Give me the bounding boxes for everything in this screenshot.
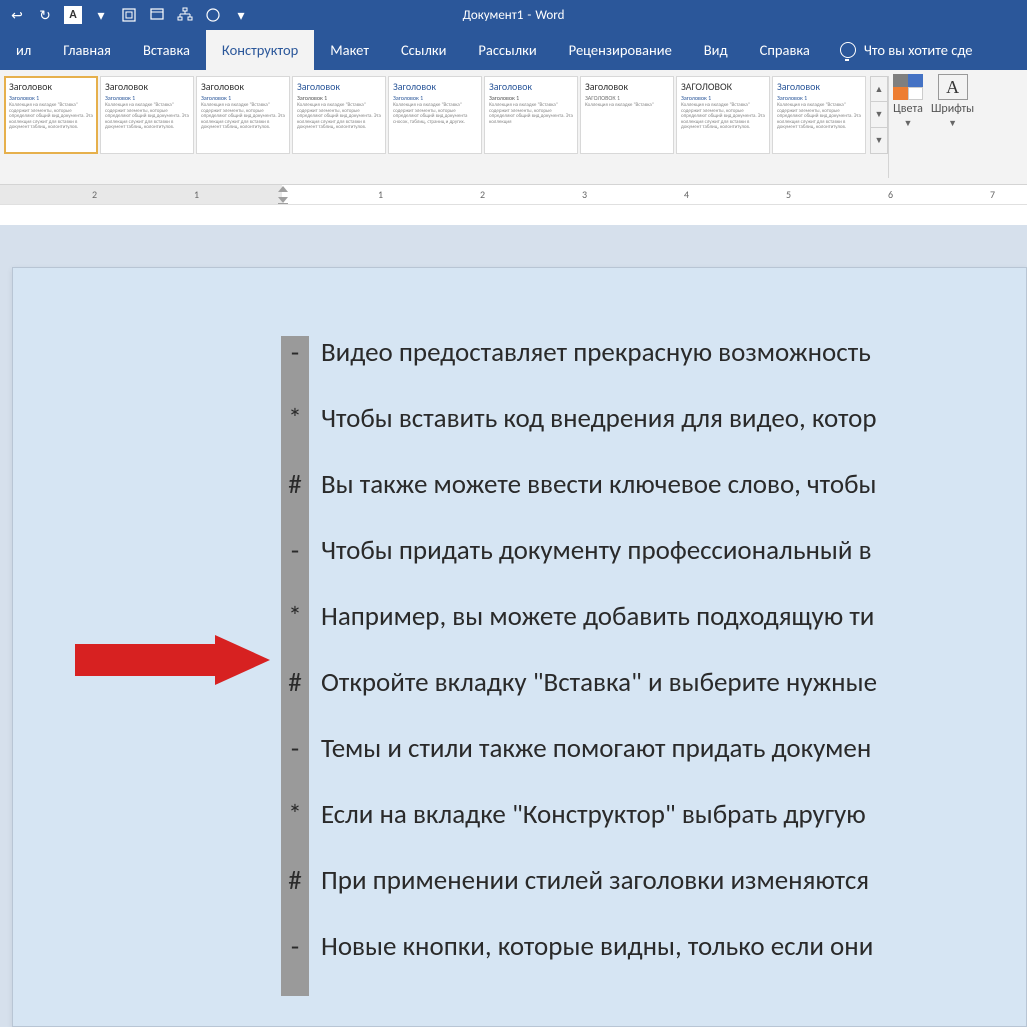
- colors-group[interactable]: Цвета ▼: [889, 70, 927, 184]
- fonts-group[interactable]: А Шрифты ▼: [927, 70, 978, 184]
- line-text: Если на вкладке "Конструктор" выбрать др…: [309, 798, 866, 831]
- gallery-item[interactable]: ЗаголовокЗаголовок 1Коллекция на вкладке…: [484, 76, 578, 154]
- window-icon[interactable]: [148, 6, 166, 24]
- fonts-icon: А: [938, 74, 968, 100]
- document-line[interactable]: #При применении стилей заголовки изменяю…: [281, 864, 1026, 897]
- ruler-number: 3: [582, 188, 587, 201]
- colors-label: Цвета: [893, 102, 923, 116]
- ribbon: ЗаголовокЗаголовок 1Коллекция на вкладке…: [0, 70, 1027, 185]
- tab-help[interactable]: Справка: [744, 30, 826, 70]
- ribbon-tabs: ил Главная Вставка Конструктор Макет Ссы…: [0, 30, 1027, 70]
- bulb-icon: [840, 42, 856, 58]
- theme-gallery: ЗаголовокЗаголовок 1Коллекция на вкладке…: [0, 70, 868, 184]
- title-bar: ↩ ↻ А ▾ ▾ Документ1 - Word: [0, 0, 1027, 30]
- bullet-marker: #: [281, 864, 309, 897]
- tab-design[interactable]: Конструктор: [206, 30, 314, 70]
- document-line[interactable]: #Откройте вкладку "Вставка" и выберите н…: [281, 666, 1026, 699]
- line-text: Новые кнопки, которые видны, только если…: [309, 930, 873, 963]
- document-line[interactable]: *Чтобы вставить код внедрения для видео,…: [281, 402, 1026, 435]
- ruler-number: 6: [888, 188, 893, 201]
- ruler-number: 7: [990, 188, 995, 201]
- redo-icon[interactable]: ↻: [36, 6, 54, 24]
- undo-icon[interactable]: ↩: [8, 6, 26, 24]
- document-line[interactable]: *Например, вы можете добавить подходящую…: [281, 600, 1026, 633]
- tab-view[interactable]: Вид: [688, 30, 744, 70]
- chevron-down-icon: ▼: [904, 118, 913, 129]
- qat-customize-icon[interactable]: ▾: [232, 6, 250, 24]
- gallery-scroll-down[interactable]: ▼: [870, 102, 888, 128]
- qat-dropdown-icon[interactable]: ▾: [92, 6, 110, 24]
- line-text: Видео предоставляет прекрасную возможнос…: [309, 336, 871, 369]
- ruler-number: 1: [194, 188, 199, 201]
- gallery-item[interactable]: ЗАГОЛОВОКЗаголовок 1Коллекция на вкладке…: [676, 76, 770, 154]
- bullet-marker: #: [281, 468, 309, 501]
- bullet-marker: -: [281, 732, 309, 765]
- gallery-item[interactable]: ЗаголовокЗаголовок 1Коллекция на вкладке…: [4, 76, 98, 154]
- ruler-number: 4: [684, 188, 689, 201]
- chevron-down-icon: ▼: [948, 118, 957, 129]
- font-box[interactable]: А: [64, 6, 82, 24]
- indent-marker[interactable]: [278, 185, 290, 203]
- document-line[interactable]: -Новые кнопки, которые видны, только есл…: [281, 930, 1026, 963]
- ruler-number: 2: [92, 188, 97, 201]
- gallery-item[interactable]: ЗаголовокЗаголовок 1Коллекция на вкладке…: [196, 76, 290, 154]
- bullet-marker: *: [281, 402, 309, 435]
- line-text: Темы и стили также помогают придать доку…: [309, 732, 871, 765]
- gallery-item[interactable]: ЗаголовокЗаголовок 1Коллекция на вкладке…: [772, 76, 866, 154]
- document-line[interactable]: -Чтобы придать документу профессиональны…: [281, 534, 1026, 567]
- bullet-marker: *: [281, 798, 309, 831]
- app-name: Word: [535, 8, 564, 23]
- quick-access-toolbar: ↩ ↻ А ▾ ▾: [0, 6, 250, 24]
- line-text: Чтобы придать документу профессиональный…: [309, 534, 872, 567]
- ruler-number: 5: [786, 188, 791, 201]
- title-separator: -: [527, 8, 531, 23]
- tab-insert[interactable]: Вставка: [127, 30, 206, 70]
- tab-mailings[interactable]: Рассылки: [462, 30, 552, 70]
- document-area: -Видео предоставляет прекрасную возможно…: [0, 225, 1027, 1027]
- touch-mode-icon[interactable]: [120, 6, 138, 24]
- line-text: Чтобы вставить код внедрения для видео, …: [309, 402, 877, 435]
- document-line[interactable]: *Если на вкладке "Конструктор" выбрать д…: [281, 798, 1026, 831]
- line-text: Например, вы можете добавить подходящую …: [309, 600, 874, 633]
- org-chart-icon[interactable]: [176, 6, 194, 24]
- ruler-number: 2: [480, 188, 485, 201]
- gallery-item[interactable]: ЗаголовокЗАГОЛОВОК 1Коллекция на вкладке…: [580, 76, 674, 154]
- bullet-marker: #: [281, 666, 309, 699]
- tab-layout[interactable]: Макет: [314, 30, 385, 70]
- gallery-item[interactable]: ЗаголовокЗаголовок 1Коллекция на вкладке…: [100, 76, 194, 154]
- document-line[interactable]: -Темы и стили также помогают придать док…: [281, 732, 1026, 765]
- gallery-expand[interactable]: ▼: [870, 128, 888, 154]
- tell-me-search[interactable]: Что вы хотите сде: [826, 30, 973, 70]
- tab-references[interactable]: Ссылки: [385, 30, 462, 70]
- gallery-scroll: ▲ ▼ ▼: [870, 76, 888, 184]
- gallery-item[interactable]: ЗаголовокЗаголовок 1Коллекция на вкладке…: [388, 76, 482, 154]
- tab-review[interactable]: Рецензирование: [553, 30, 688, 70]
- line-text: Откройте вкладку "Вставка" и выберите ну…: [309, 666, 877, 699]
- window-title: Документ1 - Word: [463, 8, 565, 23]
- colors-icon: [893, 74, 923, 100]
- document-line[interactable]: #Вы также можете ввести ключевое слово, …: [281, 468, 1026, 501]
- tab-home[interactable]: Главная: [47, 30, 127, 70]
- bullet-marker: -: [281, 336, 309, 369]
- circle-icon[interactable]: [204, 6, 222, 24]
- tell-me-text: Что вы хотите сде: [864, 41, 973, 59]
- bullet-marker: -: [281, 534, 309, 567]
- gallery-item[interactable]: ЗаголовокЗаголовок 1Коллекция на вкладке…: [292, 76, 386, 154]
- tab-file[interactable]: ил: [0, 30, 47, 70]
- document-line[interactable]: -Видео предоставляет прекрасную возможно…: [281, 336, 1026, 369]
- line-text: Вы также можете ввести ключевое слово, ч…: [309, 468, 876, 501]
- fonts-label: Шрифты: [931, 102, 974, 116]
- horizontal-ruler[interactable]: 32112345678: [0, 185, 1027, 205]
- document-name: Документ1: [463, 8, 524, 23]
- ruler-left-margin: [0, 185, 282, 204]
- gallery-scroll-up[interactable]: ▲: [870, 76, 888, 102]
- bullet-marker: -: [281, 930, 309, 963]
- bullet-marker: *: [281, 600, 309, 633]
- line-text: При применении стилей заголовки изменяют…: [309, 864, 869, 897]
- ruler-number: 1: [378, 188, 383, 201]
